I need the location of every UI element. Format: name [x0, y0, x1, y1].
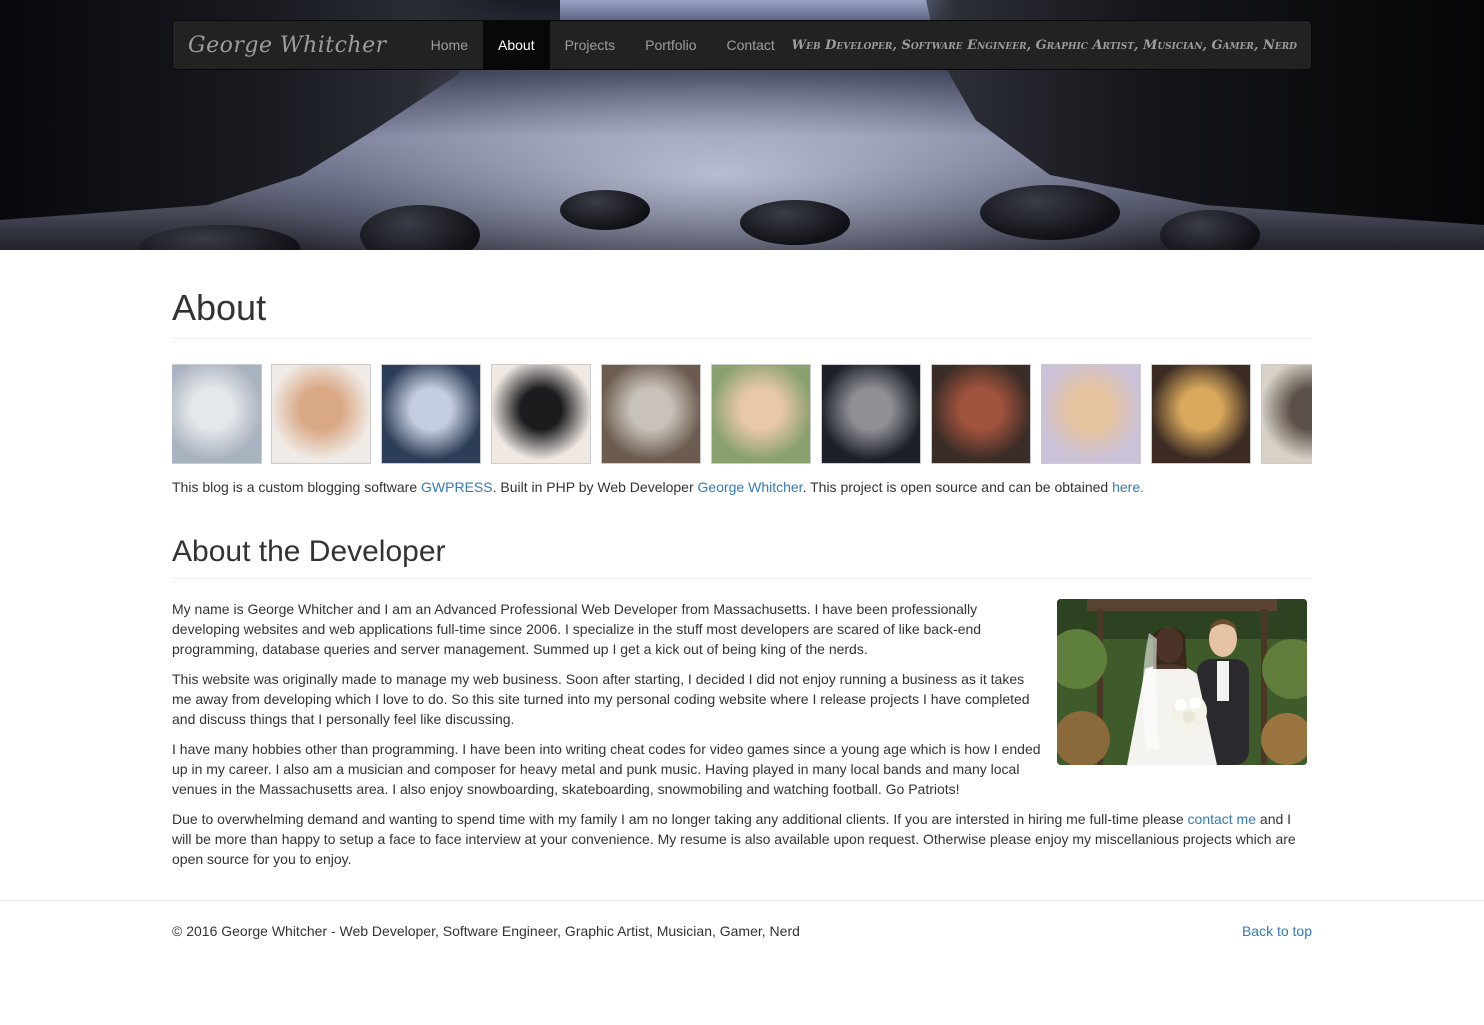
- intro-text: This blog is a custom blogging software: [172, 479, 422, 495]
- nav-home[interactable]: Home: [416, 21, 483, 69]
- thumbnail-toddler-on-couch[interactable]: [1041, 364, 1141, 464]
- page-footer: © 2016 George Whitcher - Web Developer, …: [0, 900, 1484, 1025]
- thumbnail-child-in-snow-gear[interactable]: [381, 364, 481, 464]
- nav-about[interactable]: About: [483, 21, 550, 69]
- developer-bio: My name is George Whitcher and I am an A…: [172, 599, 1312, 869]
- nav-contact[interactable]: Contact: [712, 21, 790, 69]
- thumbnail-man-with-snow-goggles[interactable]: [821, 364, 921, 464]
- intro-text: . This project is open source and can be…: [802, 479, 1113, 495]
- bio-paragraph-4: Due to overwhelming demand and wanting t…: [172, 809, 1312, 869]
- about-intro: This blog is a custom blogging software …: [172, 477, 1312, 497]
- hero-rock: [740, 200, 850, 245]
- gwpress-link[interactable]: GWPRESS: [421, 479, 493, 495]
- photo-strip: [172, 364, 1312, 464]
- hero-rock: [360, 205, 480, 250]
- brand-logo[interactable]: George Whitcher: [173, 33, 402, 58]
- thumbnail-toddler-with-book[interactable]: [1151, 364, 1251, 464]
- hero-rock: [1160, 210, 1260, 250]
- top-navbar: George Whitcher Home About Projects Port…: [172, 20, 1312, 70]
- wedding-photo: [1057, 599, 1307, 765]
- developer-section: About the Developer My name is George Wh…: [172, 535, 1312, 879]
- hero-sky: [560, 0, 960, 20]
- thumbnail-room-with-guitar-case[interactable]: [491, 364, 591, 464]
- back-to-top-link[interactable]: Back to top: [1242, 923, 1312, 939]
- footer-copyright: © 2016 George Whitcher - Web Developer, …: [172, 923, 800, 939]
- contact-me-link[interactable]: contact me: [1188, 811, 1256, 827]
- about-section: About This blog is a custom blogging sof…: [172, 287, 1312, 497]
- developer-heading: About the Developer: [172, 535, 1312, 579]
- source-link[interactable]: here.: [1112, 479, 1144, 495]
- thumbnail-toddler-smiling[interactable]: [271, 364, 371, 464]
- author-link[interactable]: George Whitcher: [698, 479, 803, 495]
- hero-banner: George Whitcher Home About Projects Port…: [0, 0, 1484, 250]
- thumbnail-toddler-standing-in-room[interactable]: [601, 364, 701, 464]
- nav-portfolio[interactable]: Portfolio: [630, 21, 711, 69]
- bio-text: Due to overwhelming demand and wanting t…: [172, 811, 1188, 827]
- wedding-photo-illustration: [1057, 599, 1307, 765]
- thumbnail-snowy-mountain-view[interactable]: [172, 364, 262, 464]
- intro-text: . Built in PHP by Web Developer: [492, 479, 698, 495]
- hero-rock: [140, 225, 300, 250]
- hero-rock: [560, 190, 650, 230]
- thumbnail-cluttered-desk[interactable]: [931, 364, 1031, 464]
- site-tagline: Web Developer, Software Engineer, Graphi…: [791, 37, 1297, 53]
- about-heading: About: [172, 287, 1312, 339]
- nav-projects[interactable]: Projects: [550, 21, 631, 69]
- thumbnail-toddler-face-closeup[interactable]: [711, 364, 811, 464]
- hero-rock: [980, 185, 1120, 240]
- thumbnail-guitars-on-wall[interactable]: [1261, 364, 1312, 464]
